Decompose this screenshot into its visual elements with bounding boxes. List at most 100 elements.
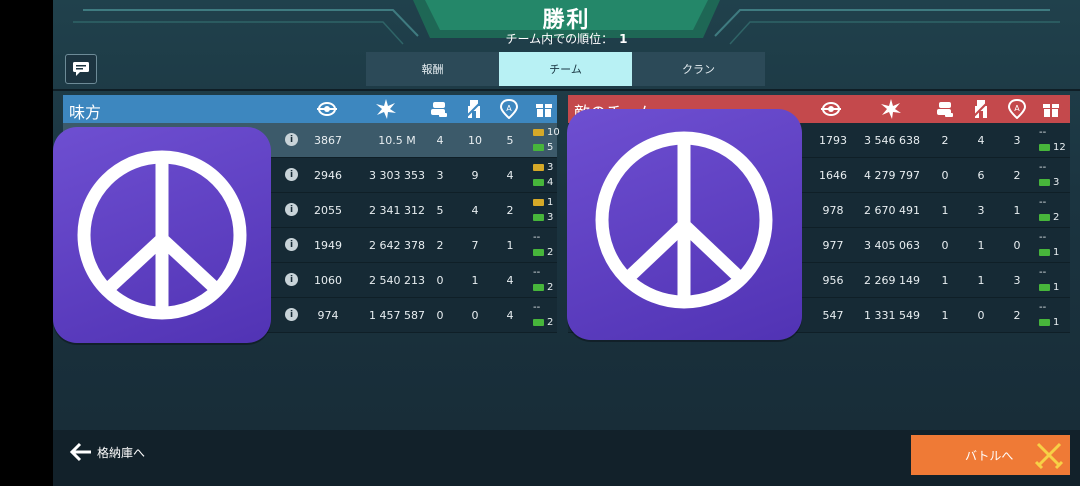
- peace-sign-icon: [53, 127, 271, 343]
- gold-reward-value: --: [1039, 197, 1047, 208]
- assists-cell: 3: [436, 168, 444, 182]
- svg-text:A: A: [506, 104, 512, 113]
- assist-fist-icon: [934, 99, 956, 119]
- captures-cell: 4: [506, 273, 514, 287]
- damage-cell: 1 331 549: [864, 308, 920, 322]
- reward-cell: -- 12: [1039, 125, 1079, 155]
- kills-cell: 1: [471, 273, 479, 287]
- reward-cell: -- 1: [1039, 300, 1079, 330]
- results-tabs: 報酬 チーム クラン: [366, 52, 765, 86]
- captures-cell: 1: [1013, 203, 1021, 217]
- damage-cell: 2 269 149: [864, 273, 920, 287]
- back-label: 格納庫へ: [97, 445, 146, 460]
- score-cell: 2946: [314, 168, 342, 182]
- info-icon[interactable]: i: [285, 238, 298, 251]
- rank-value: 1: [619, 32, 628, 46]
- green-reward-icon: [1039, 249, 1050, 256]
- green-reward-value: 5: [547, 142, 554, 153]
- green-reward-icon: [533, 179, 544, 186]
- captures-cell: 2: [506, 203, 514, 217]
- green-reward-value: 1: [1053, 247, 1060, 258]
- chat-button[interactable]: [65, 54, 97, 84]
- kills-cell: 10: [468, 133, 482, 147]
- green-reward-value: 2: [547, 247, 554, 258]
- damage-cell: 2 670 491: [864, 203, 920, 217]
- green-reward-value: 1: [1053, 282, 1060, 293]
- gift-icon: [1040, 99, 1062, 119]
- crossed-swords-icon: [1034, 442, 1064, 470]
- green-reward-value: 3: [547, 212, 554, 223]
- damage-cell: 3 546 638: [864, 133, 920, 147]
- info-icon[interactable]: i: [285, 133, 298, 146]
- score-cell: 1060: [314, 273, 342, 287]
- gold-reward-icon: [533, 164, 544, 171]
- score-icon: [316, 99, 338, 119]
- assists-cell: 0: [941, 168, 949, 182]
- assists-cell: 0: [436, 273, 444, 287]
- gold-reward-value: --: [1039, 267, 1047, 278]
- gold-reward-value: --: [1039, 127, 1047, 138]
- kills-cell: 1: [977, 238, 985, 252]
- battle-results-screen: 勝利 チーム内での順位： 1 報酬 チーム クラン 味方 A i 3867 10…: [53, 0, 1080, 486]
- gold-reward-value: 3: [547, 162, 554, 173]
- tab-clan[interactable]: クラン: [632, 52, 765, 86]
- tab-team[interactable]: チーム: [499, 52, 632, 86]
- robot-kill-icon: [463, 99, 485, 119]
- green-reward-icon: [533, 319, 544, 326]
- ally-team-header: 味方 A: [63, 95, 557, 123]
- kills-cell: 9: [471, 168, 479, 182]
- kills-cell: 7: [471, 238, 479, 252]
- arrow-left-icon: [69, 442, 91, 462]
- damage-cell: 3 405 063: [864, 238, 920, 252]
- captures-cell: 0: [1013, 238, 1021, 252]
- chat-icon: [73, 62, 89, 76]
- reward-cell: -- 3: [1039, 160, 1079, 190]
- score-cell: 974: [317, 308, 339, 322]
- info-icon[interactable]: i: [285, 308, 298, 321]
- kills-cell: 6: [977, 168, 985, 182]
- info-icon[interactable]: i: [285, 168, 298, 181]
- green-reward-icon: [1039, 284, 1050, 291]
- tab-rewards[interactable]: 報酬: [366, 52, 499, 86]
- kills-cell: 3: [977, 203, 985, 217]
- assists-cell: 5: [436, 203, 444, 217]
- to-battle-button[interactable]: バトルへ: [911, 435, 1070, 475]
- gold-reward-icon: [533, 199, 544, 206]
- assists-cell: 0: [436, 308, 444, 322]
- beacon-capture-icon: A: [498, 99, 520, 119]
- captures-cell: 2: [1013, 168, 1021, 182]
- gold-reward-value: 1: [547, 197, 554, 208]
- green-reward-value: 1: [1053, 317, 1060, 328]
- green-reward-value: 3: [1053, 177, 1060, 188]
- assists-cell: 0: [941, 238, 949, 252]
- captures-cell: 1: [506, 238, 514, 252]
- green-reward-value: 4: [547, 177, 554, 188]
- battle-label: バトルへ: [965, 449, 1014, 463]
- kills-cell: 4: [977, 133, 985, 147]
- green-reward-icon: [1039, 144, 1050, 151]
- score-cell: 1949: [314, 238, 342, 252]
- reward-cell: -- 2: [1039, 195, 1079, 225]
- back-to-hangar-button[interactable]: 格納庫へ: [69, 442, 145, 462]
- score-cell: 2055: [314, 203, 342, 217]
- captures-cell: 4: [506, 308, 514, 322]
- kills-cell: 1: [977, 273, 985, 287]
- info-icon[interactable]: i: [285, 273, 298, 286]
- kills-cell: 4: [471, 203, 479, 217]
- gold-reward-value: --: [1039, 232, 1047, 243]
- assists-cell: 1: [941, 203, 949, 217]
- green-reward-icon: [533, 214, 544, 221]
- assists-cell: 2: [436, 238, 444, 252]
- kills-cell: 0: [977, 308, 985, 322]
- green-reward-icon: [1039, 214, 1050, 221]
- green-reward-icon: [1039, 179, 1050, 186]
- green-reward-value: 2: [1053, 212, 1060, 223]
- captures-cell: 3: [1013, 133, 1021, 147]
- damage-cell: 4 279 797: [864, 168, 920, 182]
- green-reward-icon: [533, 249, 544, 256]
- robot-kill-icon: [970, 99, 992, 119]
- gold-reward-value: 10: [547, 127, 560, 138]
- info-icon[interactable]: i: [285, 203, 298, 216]
- green-reward-value: 2: [547, 282, 554, 293]
- captures-cell: 5: [506, 133, 514, 147]
